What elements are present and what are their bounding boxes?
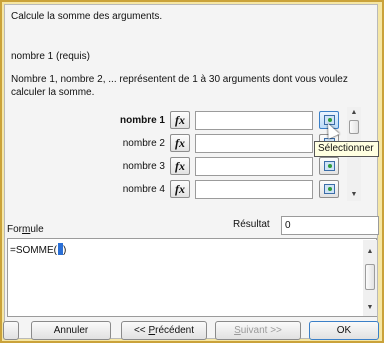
next-button[interactable]: Suivant >> [215,321,301,340]
ok-button[interactable]: OK [309,321,379,340]
arg-label-4: nombre 4 [122,184,165,195]
formula-text: =SOMME() [10,243,67,256]
help-button[interactable] [3,321,19,340]
arg-input-3[interactable] [195,157,313,176]
parameter-description: Nombre 1, nombre 2, ... représentent de … [11,74,348,98]
scroll-thumb[interactable] [349,120,359,134]
scroll-thumb[interactable] [365,264,375,290]
select-range-icon [324,184,335,194]
scroll-up-icon[interactable]: ▲ [366,248,374,256]
parameter-title: nombre 1 (requis) [11,51,90,62]
scroll-down-icon[interactable]: ▼ [366,304,374,312]
fx-button-4[interactable]: fx [170,180,190,198]
arg-input-2[interactable] [195,134,313,153]
select-button-3[interactable] [319,157,339,175]
formula-editor[interactable]: =SOMME() ▲ ▼ [7,238,377,317]
fx-button-1[interactable]: fx [170,111,190,129]
scroll-down-icon[interactable]: ▼ [350,191,358,199]
result-label: Résultat [233,219,270,230]
formula-label: Formule [7,224,44,235]
result-value: 0 [281,216,379,235]
fx-button-3[interactable]: fx [170,157,190,175]
function-description: Calcule la somme des arguments. [11,11,163,22]
arg-input-1[interactable] [195,111,313,130]
fx-button-2[interactable]: fx [170,134,190,152]
arg-label-3: nombre 3 [122,161,165,172]
scroll-up-icon[interactable]: ▲ [350,109,358,117]
function-wizard-panel: Calcule la somme des arguments. nombre 1… [3,4,379,340]
arg-input-4[interactable] [195,180,313,199]
select-button-4[interactable] [319,180,339,198]
previous-button[interactable]: << Précédent [121,321,207,340]
cancel-button[interactable]: Annuler [31,321,111,340]
formula-scrollbar[interactable]: ▲ ▼ [363,240,377,316]
select-range-icon [324,161,335,171]
arg-label-1: nombre 1 [119,115,165,126]
arg-label-2: nombre 2 [122,138,165,149]
select-tooltip: Sélectionner [314,141,379,157]
